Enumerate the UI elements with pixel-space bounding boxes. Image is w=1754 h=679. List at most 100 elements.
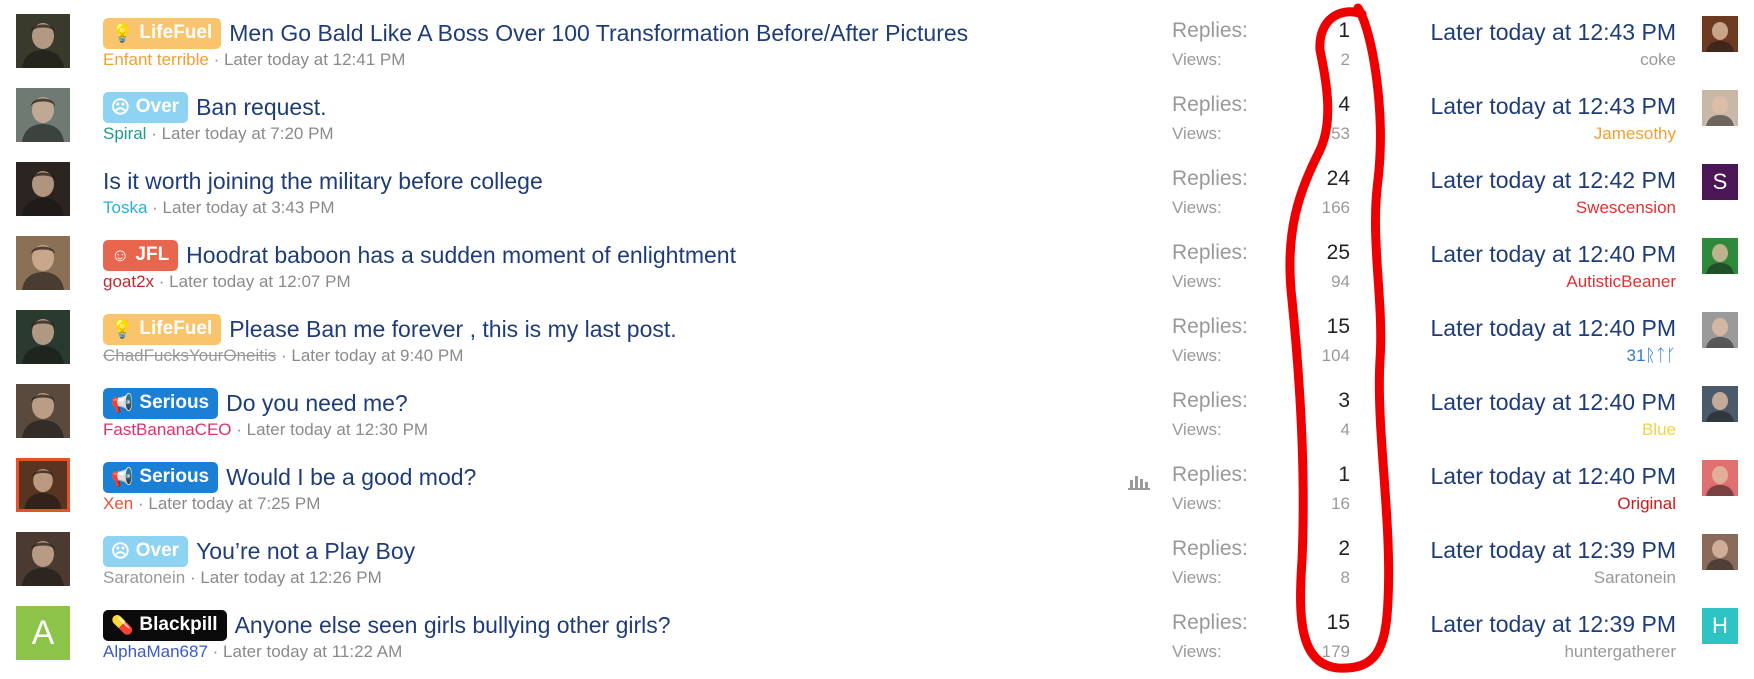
thread-prefix[interactable]: ☹ Over xyxy=(103,535,189,567)
last-poster-link[interactable]: AutisticBeaner xyxy=(1566,272,1676,292)
last-post-time-link[interactable]: Later today at 12:40 PM xyxy=(1431,315,1677,342)
last-post-time-link[interactable]: Later today at 12:40 PM xyxy=(1431,241,1677,268)
last-post-time-link[interactable]: Later today at 12:39 PM xyxy=(1431,537,1677,564)
thread-title-link[interactable]: Would I be a good mod? xyxy=(226,464,476,491)
replies-label: Replies: xyxy=(1172,315,1248,338)
last-poster-avatar[interactable] xyxy=(1702,90,1738,126)
thread-row[interactable]: Is it worth joining the military before … xyxy=(0,148,1754,222)
last-post-time-link[interactable]: Later today at 12:43 PM xyxy=(1431,19,1677,46)
author-avatar[interactable] xyxy=(16,458,70,512)
start-date-link[interactable]: Later today at 7:20 PM xyxy=(162,124,334,143)
author-avatar[interactable] xyxy=(16,310,70,364)
thread-row[interactable]: ☺ JFL Hoodrat baboon has a sudden moment o… xyxy=(0,222,1754,296)
views-count: 8 xyxy=(1340,568,1350,587)
pills-icon: 💊 xyxy=(111,615,134,635)
author-link[interactable]: Toska xyxy=(103,198,147,217)
author-link[interactable]: goat2x xyxy=(103,272,154,291)
last-poster-link[interactable]: Blue xyxy=(1642,420,1676,440)
author-avatar[interactable] xyxy=(16,88,70,142)
last-poster-avatar[interactable] xyxy=(1702,460,1738,496)
author-link[interactable]: AlphaMan687 xyxy=(103,642,208,661)
views-label: Views: xyxy=(1172,346,1222,365)
views-label: Views: xyxy=(1172,124,1222,143)
thread-meta: Toska · Later today at 3:43 PM xyxy=(103,198,335,218)
start-date-link[interactable]: Later today at 12:41 PM xyxy=(224,50,405,69)
thread-title-link[interactable]: You’re not a Play Boy xyxy=(196,538,415,565)
last-post-time-link[interactable]: Later today at 12:42 PM xyxy=(1431,167,1677,194)
start-date-link[interactable]: Later today at 12:30 PM xyxy=(247,420,428,439)
author-link[interactable]: Xen xyxy=(103,494,133,513)
author-avatar[interactable] xyxy=(16,384,70,438)
thread-title-link[interactable]: Hoodrat baboon has a sudden moment of en… xyxy=(186,242,736,269)
last-poster-avatar[interactable] xyxy=(1702,386,1738,422)
last-poster-avatar[interactable] xyxy=(1702,16,1738,52)
thread-prefix[interactable]: 📢 Serious xyxy=(103,461,219,493)
replies-label: Replies: xyxy=(1172,537,1248,560)
author-avatar[interactable] xyxy=(16,236,70,290)
megaphone-icon: 📢 xyxy=(111,393,134,413)
thread-prefix[interactable]: 📢 Serious xyxy=(103,387,219,419)
thread-meta: goat2x · Later today at 12:07 PM xyxy=(103,272,351,292)
author-avatar[interactable] xyxy=(16,14,70,68)
author-link[interactable]: Enfant terrible xyxy=(103,50,209,69)
last-poster-link[interactable]: Jamesothy xyxy=(1594,124,1676,144)
last-post-time-link[interactable]: Later today at 12:40 PM xyxy=(1431,463,1677,490)
last-poster-avatar[interactable] xyxy=(1702,238,1738,274)
thread-title-link[interactable]: Men Go Bald Like A Boss Over 100 Transfo… xyxy=(229,20,968,47)
author-link[interactable]: ChadFucksYourOneitis xyxy=(103,346,276,365)
last-post-time-link[interactable]: Later today at 12:39 PM xyxy=(1431,611,1677,638)
thread-title-link[interactable]: Anyone else seen girls bullying other gi… xyxy=(235,612,671,639)
views-count: 16 xyxy=(1331,494,1350,513)
thread-row[interactable]: 💡 LifeFuel Please Ban me forever , this is… xyxy=(0,296,1754,370)
thread-row[interactable]: ☹ Over You’re not a Play Boy Saratonein · L… xyxy=(0,518,1754,592)
views-count: 104 xyxy=(1321,346,1350,365)
meta-separator: · xyxy=(276,346,292,365)
last-poster-link[interactable]: Saratonein xyxy=(1594,568,1676,588)
start-date-link[interactable]: Later today at 12:26 PM xyxy=(200,568,381,587)
laugh-icon: ☺ xyxy=(111,245,130,265)
last-post-time-link[interactable]: Later today at 12:40 PM xyxy=(1431,389,1677,416)
views-label: Views: xyxy=(1172,568,1222,587)
meta-separator: · xyxy=(231,420,247,439)
lightbulb-icon: 💡 xyxy=(111,23,134,43)
author-avatar[interactable] xyxy=(16,532,70,586)
start-date-link[interactable]: Later today at 11:22 AM xyxy=(223,642,402,661)
last-poster-avatar[interactable] xyxy=(1702,312,1738,348)
thread-prefix[interactable]: 💡 LifeFuel xyxy=(103,17,222,49)
thread-title-link[interactable]: Please Ban me forever , this is my last … xyxy=(229,316,676,343)
author-avatar[interactable] xyxy=(16,162,70,216)
last-poster-link[interactable]: coke xyxy=(1640,50,1676,70)
last-poster-avatar[interactable]: H xyxy=(1702,608,1738,644)
last-poster-link[interactable]: 31ᚱᛏᚴ xyxy=(1626,346,1676,366)
thread-title-line: 💡 LifeFuel Please Ban me forever , this is… xyxy=(103,312,677,346)
start-date-link[interactable]: Later today at 3:43 PM xyxy=(163,198,335,217)
thread-title-link[interactable]: Is it worth joining the military before … xyxy=(103,168,543,195)
thread-prefix[interactable]: ☺ JFL xyxy=(103,239,179,271)
start-date-link[interactable]: Later today at 12:07 PM xyxy=(169,272,350,291)
last-poster-avatar[interactable]: S xyxy=(1702,164,1738,200)
start-date-link[interactable]: Later today at 9:40 PM xyxy=(291,346,463,365)
thread-prefix[interactable]: 💡 LifeFuel xyxy=(103,313,222,345)
thread-row[interactable]: ☹ Over Ban request. Spiral · Later today at… xyxy=(0,74,1754,148)
thread-row[interactable]: 💡 LifeFuel Men Go Bald Like A Boss Over 10… xyxy=(0,0,1754,74)
last-poster-link[interactable]: Swescension xyxy=(1576,198,1676,218)
thread-row[interactable]: 📢 Serious Would I be a good mod? Xen · Late… xyxy=(0,444,1754,518)
last-poster-link[interactable]: huntergatherer xyxy=(1564,642,1676,662)
thread-prefix[interactable]: 💊 Blackpill xyxy=(103,609,227,641)
last-post-time-link[interactable]: Later today at 12:43 PM xyxy=(1431,93,1677,120)
author-link[interactable]: FastBananaCEO xyxy=(103,420,232,439)
author-link[interactable]: Spiral xyxy=(103,124,146,143)
replies-label: Replies: xyxy=(1172,463,1248,486)
thread-prefix[interactable]: ☹ Over xyxy=(103,91,189,123)
thread-row[interactable]: 📢 Serious Do you need me? FastBananaCEO · L… xyxy=(0,370,1754,444)
author-avatar[interactable]: A xyxy=(16,606,70,660)
thread-title-link[interactable]: Ban request. xyxy=(196,94,326,121)
author-link[interactable]: Saratonein xyxy=(103,568,185,587)
views-label: Views: xyxy=(1172,198,1222,217)
last-poster-avatar[interactable] xyxy=(1702,534,1738,570)
thread-title-link[interactable]: Do you need me? xyxy=(226,390,408,417)
last-poster-link[interactable]: Original xyxy=(1617,494,1676,514)
thread-row[interactable]: A 💊 Blackpill Anyone else seen girls bullyi… xyxy=(0,592,1754,666)
start-date-link[interactable]: Later today at 7:25 PM xyxy=(148,494,320,513)
replies-count: 24 xyxy=(1326,167,1350,190)
